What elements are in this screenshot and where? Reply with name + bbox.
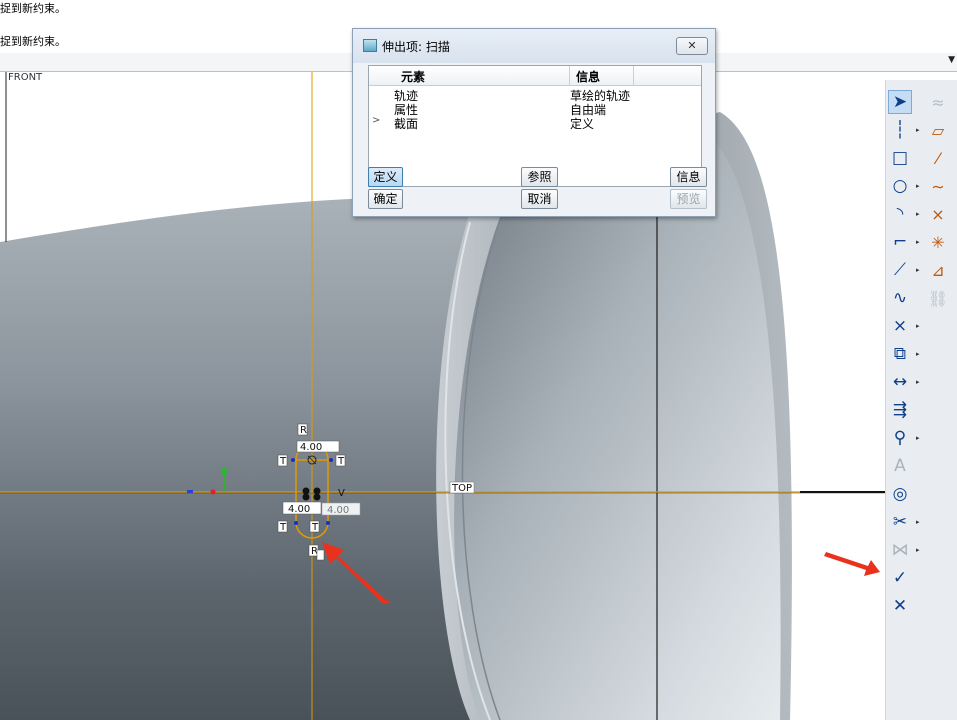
rectangle-icon[interactable]: □ <box>888 146 912 170</box>
fillet-icon[interactable]: ⌐ <box>888 230 912 254</box>
dimension-icon[interactable]: ↔ <box>888 370 912 394</box>
preview-button[interactable]: 预览 <box>670 189 707 209</box>
sketch-toolbar: ➤ ┆ ▸ □ ○ ▸ ◝ ▸ ⌐ ▸ ⟋ ▸ ∿ × ▸ ⧉ ▸ ↔ ▸ ⇶ ⚲ ▸ A ◎ ✂ ▸ ⋈ ▸ ✓ ✕ ≈ ▱ ⁄ ∼ × ✳ ⊿ ⛓ <box>885 80 957 720</box>
circle-icon[interactable]: ○ <box>888 174 912 198</box>
parallelogram-icon[interactable]: ▱ <box>926 118 950 142</box>
cancel-button[interactable]: 取消 <box>521 189 558 209</box>
constraint-v: V <box>338 488 345 499</box>
column-header-info[interactable]: 信息 <box>576 68 600 85</box>
curve-icon[interactable]: ∼ <box>926 174 950 198</box>
dimension-top: 4.00 <box>296 440 340 453</box>
flyout-arrow-icon[interactable]: ▸ <box>916 545 922 555</box>
constraint-t-bottom-left: T <box>277 520 288 533</box>
flyout-arrow-icon[interactable]: ▸ <box>916 237 922 247</box>
constraint-icon[interactable]: ⚲ <box>888 426 912 450</box>
scroll-down-icon[interactable]: ▼ <box>948 55 955 65</box>
opening-inner <box>454 142 781 720</box>
point-icon[interactable]: × <box>888 314 912 338</box>
references-button[interactable]: 参照 <box>521 167 558 187</box>
flyout-arrow-icon[interactable]: ▸ <box>916 517 922 527</box>
datum-label-front: FRONT <box>8 72 43 83</box>
spline-icon[interactable]: ∿ <box>888 286 912 310</box>
cancel-x-icon[interactable]: ✕ <box>888 594 912 618</box>
flyout-arrow-icon[interactable]: ▸ <box>916 209 922 219</box>
row-element: 截面 <box>394 117 419 131</box>
table-row[interactable]: 属性 自由端 <box>369 101 701 117</box>
constraint-t-left: T <box>277 454 288 467</box>
svg-text:T: T <box>279 522 287 533</box>
chain-link-icon[interactable]: ⛓ <box>926 286 950 310</box>
centerline-icon[interactable]: ┆ <box>888 118 912 142</box>
flyout-arrow-icon[interactable]: ▸ <box>916 125 922 135</box>
sweep-feature-dialog: 伸出项: 扫描 ✕ 元素 信息 轨迹 草绘的轨迹 属性 自由端 > 截面 定义 … <box>352 28 716 217</box>
accept-check-icon[interactable]: ✓ <box>888 566 912 590</box>
column-header-element[interactable]: 元素 <box>401 68 425 85</box>
message-line: 捉到新约束。 <box>0 2 66 15</box>
close-button[interactable]: ✕ <box>676 37 708 55</box>
flyout-arrow-icon[interactable]: ▸ <box>916 321 922 331</box>
palette-icon[interactable]: ◎ <box>888 482 912 506</box>
arc-icon[interactable]: ◝ <box>888 202 912 226</box>
chamfer-icon[interactable]: ⟋ <box>888 258 912 282</box>
datum-plane-icon[interactable]: ≈ <box>926 90 950 114</box>
flyout-arrow-icon[interactable]: ▸ <box>916 433 922 443</box>
flyout-arrow-icon[interactable]: ▸ <box>916 377 922 387</box>
modify-icon[interactable]: ⇶ <box>888 398 912 422</box>
dimension-top-text: 4.00 <box>300 442 322 453</box>
message-line: 捉到新约束。 <box>0 35 66 48</box>
table-header: 元素 信息 <box>369 66 701 86</box>
mirror-icon[interactable]: ⋈ <box>888 538 912 562</box>
offset-entity-icon[interactable]: ⧉ <box>888 342 912 366</box>
datum-front-text: FRONT <box>8 72 43 83</box>
constraint-r-top: R <box>297 423 308 436</box>
ok-button[interactable]: 确定 <box>368 189 403 209</box>
flyout-arrow-icon[interactable]: ▸ <box>916 349 922 359</box>
trim-icon[interactable]: ✂ <box>888 510 912 534</box>
dialog-title: 伸出项: 扫描 <box>382 40 450 54</box>
select-arrow-icon[interactable]: ➤ <box>888 90 912 114</box>
dialog-app-icon <box>363 39 377 52</box>
svg-text:T: T <box>337 456 345 467</box>
text-icon[interactable]: A <box>888 454 912 478</box>
svg-text:T: T <box>279 456 287 467</box>
coordinate-system-icon[interactable]: ✳ <box>926 230 950 254</box>
datum-axis-icon[interactable]: ⁄ <box>926 146 950 170</box>
datum-point-icon[interactable]: × <box>926 202 950 226</box>
annotation-arrow-check <box>824 552 880 576</box>
constraint-t-bottom-right: T <box>309 520 320 533</box>
current-row-marker: > <box>372 115 381 126</box>
dimension-width-text: 4.00 <box>288 504 310 515</box>
dialog-titlebar[interactable]: 伸出项: 扫描 ✕ <box>353 29 715 63</box>
svg-text:V: V <box>338 488 345 499</box>
row-info: 定义 <box>570 117 595 131</box>
analysis-icon[interactable]: ⊿ <box>926 258 950 282</box>
svg-text:T: T <box>311 522 319 533</box>
dimension-width-ghost-text: 4.00 <box>327 505 349 516</box>
flyout-arrow-icon[interactable]: ▸ <box>916 265 922 275</box>
flyout-arrow-icon[interactable]: ▸ <box>916 181 922 191</box>
table-row[interactable]: 轨迹 草绘的轨迹 <box>369 87 701 103</box>
info-button[interactable]: 信息 <box>670 167 707 187</box>
datum-label-top: TOP <box>449 481 475 494</box>
svg-text:R: R <box>300 425 307 436</box>
constraint-t-right: T <box>335 454 346 467</box>
datum-top-text: TOP <box>451 483 472 494</box>
define-button[interactable]: 定义 <box>368 167 403 187</box>
table-row[interactable]: > 截面 定义 <box>369 115 701 131</box>
